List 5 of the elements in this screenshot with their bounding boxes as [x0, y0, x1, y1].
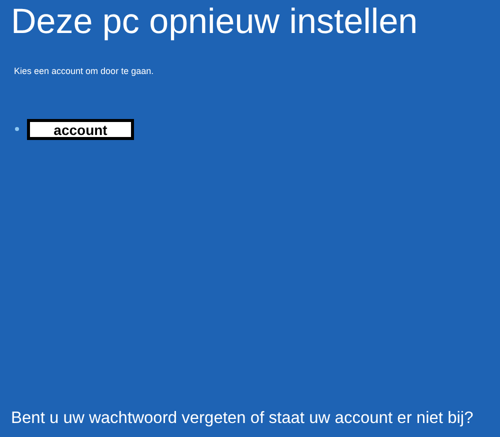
- instruction-text: Kies een account om door te gaan.: [13, 65, 154, 78]
- page-title: Deze pc opnieuw instellen: [10, 1, 419, 42]
- account-item[interactable]: account: [27, 118, 134, 140]
- forgot-password-link[interactable]: Bent u uw wachtwoord vergeten of staat uw account er niet bij?: [0, 406, 474, 437]
- bullet-icon: [15, 127, 19, 131]
